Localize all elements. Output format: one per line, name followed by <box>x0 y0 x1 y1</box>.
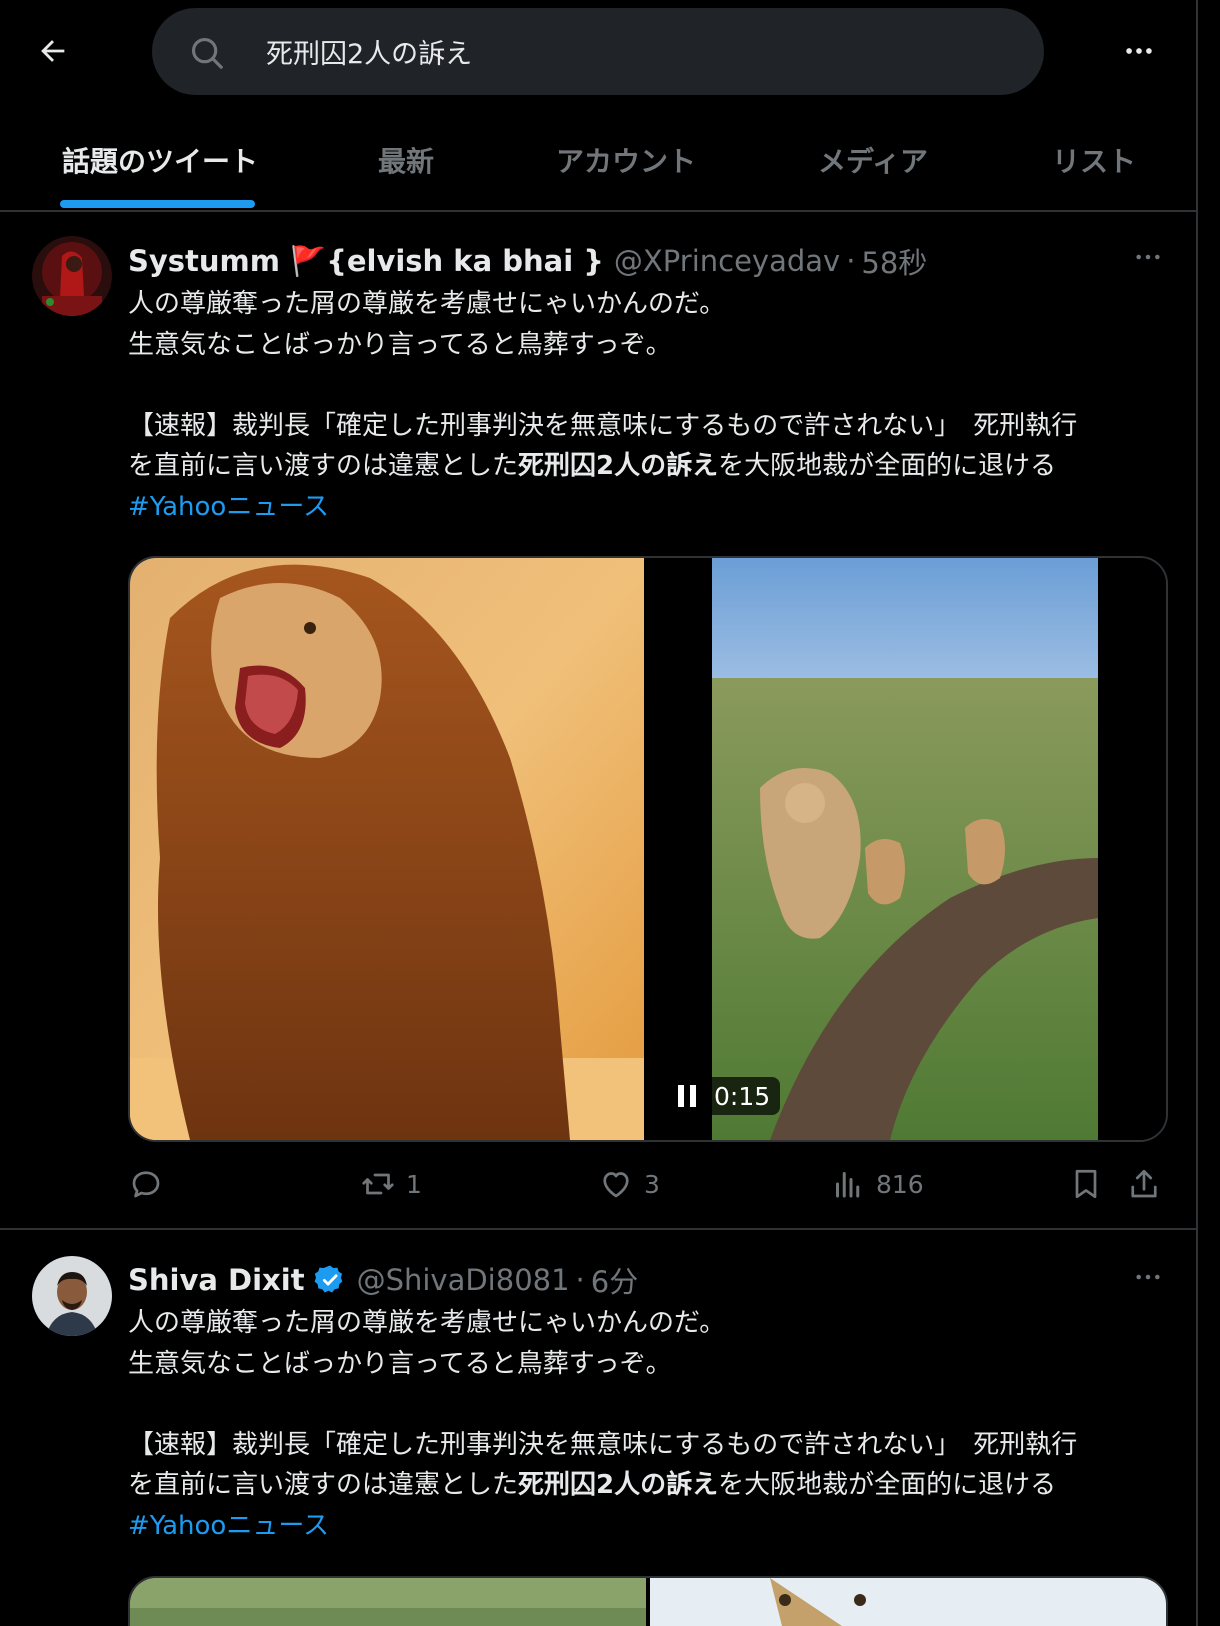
like-button[interactable]: 3 <box>598 1166 660 1202</box>
back-button[interactable] <box>30 28 76 74</box>
tweet-divider <box>0 1228 1196 1230</box>
view-count: 816 <box>876 1169 924 1199</box>
search-bar[interactable]: 死刑囚2人の訴え <box>152 8 1044 95</box>
tweet-more-button[interactable] <box>1128 1262 1168 1292</box>
tweet-line: 人の尊厳奪った屑の尊厳を考慮せにゃいかんのだ。 <box>128 289 726 319</box>
retweet-icon <box>362 1173 394 1195</box>
search-icon <box>191 37 223 69</box>
tweet-line: 生意気なことばっかり言ってると鳥葬すっぞ。 <box>128 329 672 360</box>
more-horizontal-icon <box>1136 1274 1160 1280</box>
avatar-image <box>32 1256 112 1336</box>
avatar[interactable] <box>32 236 112 316</box>
analytics-icon <box>836 1172 860 1198</box>
text-span: を直前に言い渡すのは違憲とした <box>128 1470 519 1500</box>
tweet-header: Shiva Dixit @ShivaDi8081 · 6分 <box>128 1259 638 1301</box>
text-span: を大阪地裁が全面的に退ける <box>718 1470 1057 1500</box>
tweet-line: 【速報】裁判長「確定した刑事判決を無意味にするもので許されない」 死刑執行 <box>128 1429 1078 1460</box>
author-name[interactable]: Shiva Dixit <box>128 1263 305 1297</box>
retweet-button[interactable]: 1 <box>360 1166 422 1202</box>
hashtag-link[interactable]: #Yahooニュース <box>128 487 1168 528</box>
like-count: 3 <box>644 1169 660 1199</box>
tweet-time[interactable]: 6分 <box>591 1259 638 1301</box>
tweet-media[interactable] <box>128 1576 1168 1626</box>
text-span: を大阪地裁が全面的に退ける <box>718 451 1057 481</box>
highlighted-keyword: 死刑囚2人の訴え <box>518 451 719 481</box>
column-border <box>1196 0 1198 1626</box>
reply-button[interactable] <box>128 1166 174 1202</box>
tweet-line: を直前に言い渡すのは違憲とした死刑囚2人の訴えを大阪地裁が全面的に退ける <box>128 446 1168 487</box>
avatar-image <box>32 236 112 316</box>
tweet-line: を直前に言い渡すのは違憲とした死刑囚2人の訴えを大阪地裁が全面的に退ける <box>128 1465 1168 1506</box>
highlighted-keyword: 死刑囚2人の訴え <box>518 1470 719 1500</box>
separator-dot: · <box>575 1263 585 1297</box>
search-tabs: 話題のツイート 最新 アカウント メディア リスト <box>0 112 1196 212</box>
bookmark-button[interactable] <box>1068 1166 1104 1202</box>
more-horizontal-icon <box>1136 254 1160 260</box>
retweet-count: 1 <box>406 1169 422 1199</box>
views-button[interactable]: 816 <box>830 1166 924 1202</box>
tweet-line: 【速報】裁判長「確定した刑事判決を無意味にするもので許されない」 死刑執行 <box>128 410 1078 441</box>
reply-icon <box>132 1171 160 1198</box>
search-results-page: 死刑囚2人の訴え 話題のツイート 最新 アカウント メディア リスト Systu… <box>0 0 1196 1626</box>
tweet-text: 人の尊厳奪った屑の尊厳を考慮せにゃいかんのだ。 生意気なことばっかり言ってると鳥… <box>128 284 1168 527</box>
share-icon <box>1131 1169 1157 1198</box>
video-controls: 0:15 <box>668 1077 781 1115</box>
text-span: を直前に言い渡すのは違憲とした <box>128 451 519 481</box>
tab-top[interactable]: 話題のツイート <box>62 140 258 180</box>
avatar[interactable] <box>32 1256 112 1336</box>
tweet-video[interactable] <box>128 556 1168 1142</box>
share-button[interactable] <box>1126 1166 1162 1202</box>
more-horizontal-icon <box>1126 48 1152 54</box>
tweet-actions: 1 3 816 <box>128 1166 1168 1206</box>
tweet-line: 生意気なことばっかり言ってると鳥葬すっぞ。 <box>128 1348 672 1379</box>
tweet-text: 人の尊厳奪った屑の尊厳を考慮せにゃいかんのだ。 生意気なことばっかり言ってると鳥… <box>128 1303 1168 1546</box>
media-preview <box>130 1578 1166 1626</box>
heart-icon <box>603 1172 629 1198</box>
tweet-time[interactable]: 58秒 <box>861 240 927 282</box>
active-tab-indicator <box>60 200 255 208</box>
author-handle[interactable]: @XPrinceyadav <box>614 244 840 278</box>
arrow-left-icon <box>41 40 65 62</box>
hashtag-link[interactable]: #Yahooニュース <box>128 1506 1168 1547</box>
top-bar: 死刑囚2人の訴え <box>0 0 1196 104</box>
more-options-button[interactable] <box>1116 28 1162 74</box>
tweet-line: 人の尊厳奪った屑の尊厳を考慮せにゃいかんのだ。 <box>128 1308 726 1338</box>
separator-dot: · <box>846 244 856 278</box>
tab-accounts[interactable]: アカウント <box>556 140 696 180</box>
bookmark-icon <box>1075 1169 1097 1199</box>
tab-latest[interactable]: 最新 <box>378 140 434 180</box>
author-name[interactable]: Systumm 🚩{elvish ka bhai } <box>128 244 604 279</box>
video-frame <box>130 558 1166 1140</box>
verified-badge-icon <box>314 1265 342 1293</box>
tweet-more-button[interactable] <box>1128 242 1168 272</box>
tweet-header: Systumm 🚩{elvish ka bhai } @XPrinceyadav… <box>128 240 927 282</box>
tab-media[interactable]: メディア <box>818 140 928 180</box>
video-duration: 0:15 <box>714 1081 771 1111</box>
tab-lists[interactable]: リスト <box>1052 140 1136 180</box>
pause-icon[interactable] <box>678 1085 700 1107</box>
search-query[interactable]: 死刑囚2人の訴え <box>266 32 472 71</box>
author-handle[interactable]: @ShivaDi8081 <box>357 1263 570 1297</box>
